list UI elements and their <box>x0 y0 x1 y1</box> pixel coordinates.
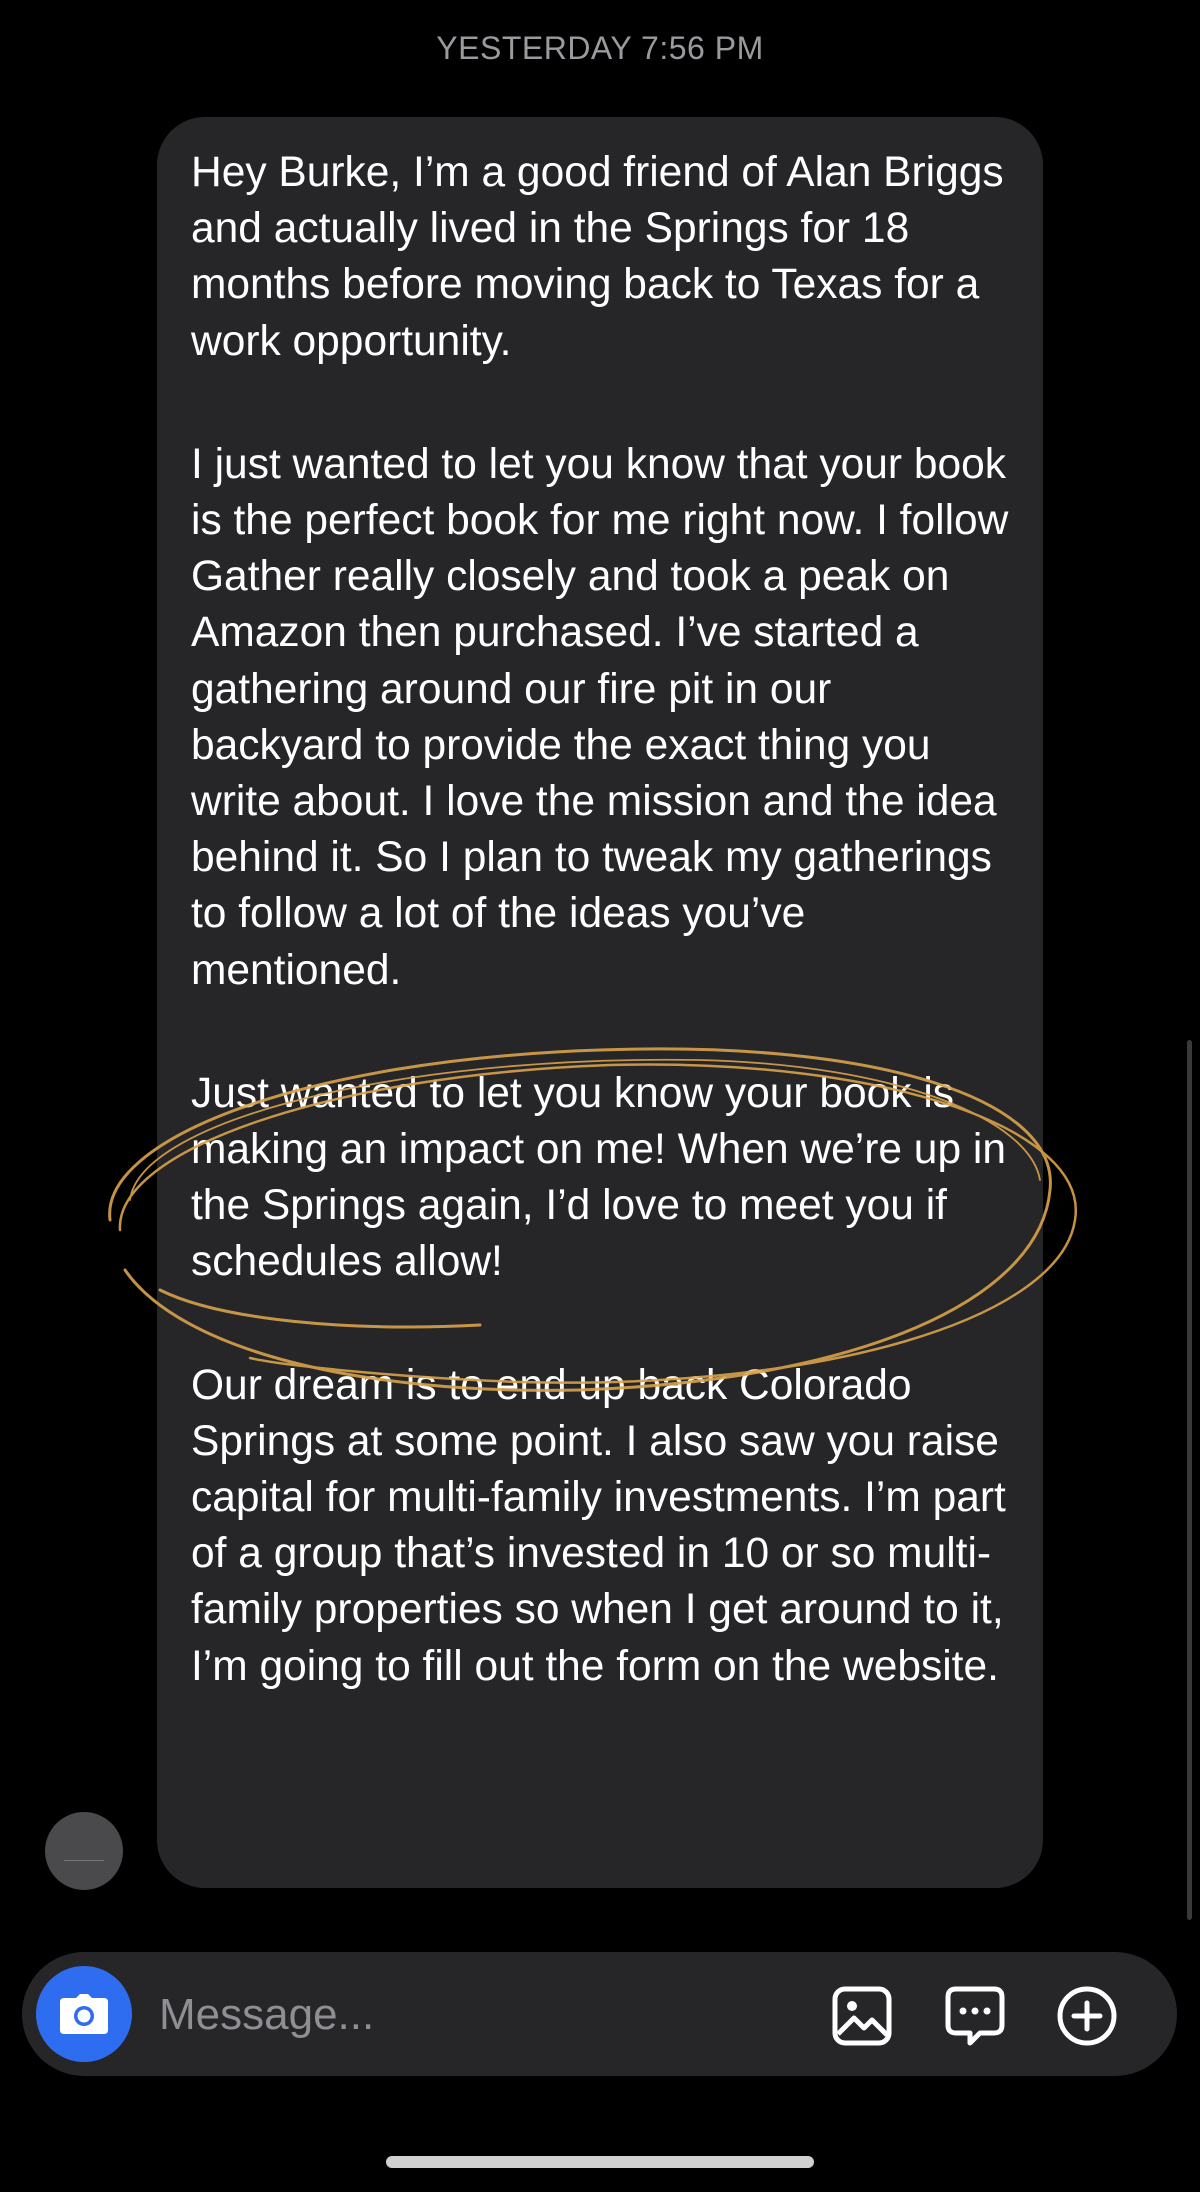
message-timestamp: YESTERDAY 7:56 PM <box>436 30 764 66</box>
add-button[interactable] <box>1055 1984 1119 2048</box>
scrollbar[interactable] <box>1187 1040 1192 1920</box>
camera-icon <box>60 1994 108 2034</box>
message-input[interactable] <box>157 1974 721 2056</box>
sticker-chat-icon <box>945 1986 1005 2046</box>
message-paragraph-2: I just wanted to let you know that your … <box>191 440 1009 994</box>
message-paragraph-4: Our dream is to end up back Colorado Spr… <box>191 1361 1006 1690</box>
home-indicator[interactable] <box>386 2156 814 2168</box>
avatar-logo <box>64 1842 104 1861</box>
message-paragraph-1: Hey Burke, I’m a good friend of Alan Bri… <box>191 149 1004 365</box>
gallery-button[interactable] <box>830 1984 894 2048</box>
message-composer <box>22 1952 1177 2076</box>
camera-button[interactable] <box>36 1966 132 2062</box>
sticker-chat-button[interactable] <box>943 1984 1007 2048</box>
message-bubble[interactable]: Hey Burke, I’m a good friend of Alan Bri… <box>157 117 1043 1888</box>
add-icon <box>1057 1986 1117 2046</box>
gallery-icon <box>832 1986 892 2046</box>
message-paragraph-3: Just wanted to let you know your book is… <box>191 1069 1006 1286</box>
sender-avatar[interactable] <box>45 1812 123 1890</box>
